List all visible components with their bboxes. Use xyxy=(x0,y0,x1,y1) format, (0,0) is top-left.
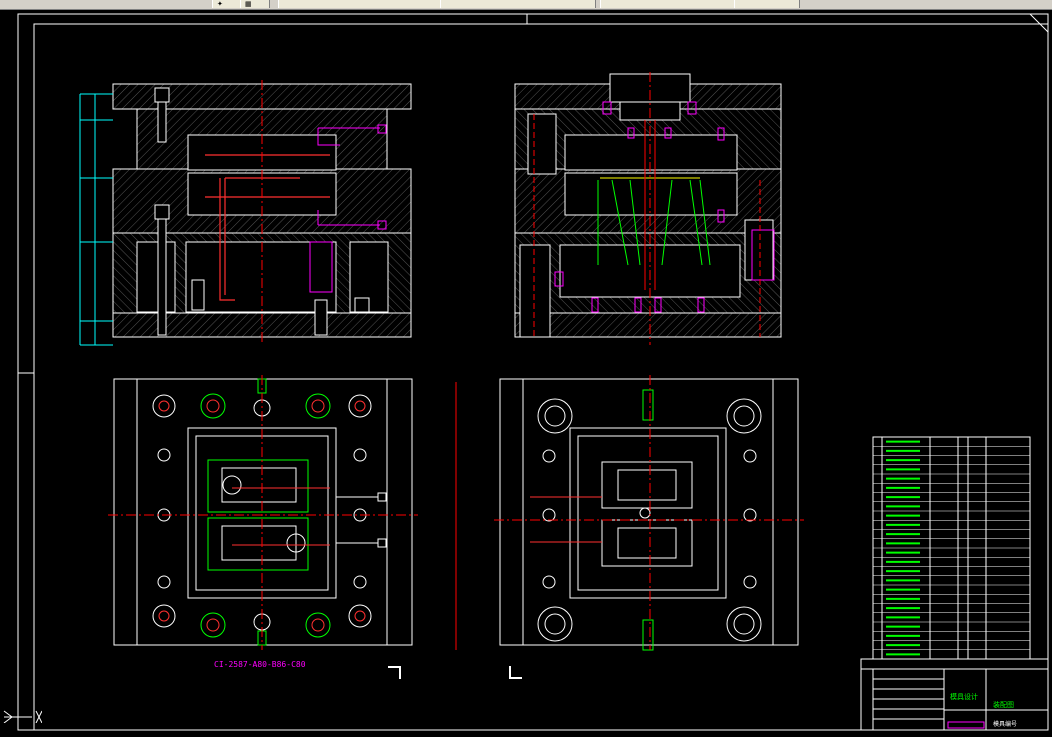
linetype-dropdown[interactable] xyxy=(440,0,596,8)
application-toolbar: ✦ ▦ xyxy=(0,0,1052,10)
fixed-half-plan-view: CI-2587-A80-B86-C80 xyxy=(108,375,522,679)
title-drawing-name: 装配图 xyxy=(993,700,1014,709)
layer-dropdown[interactable] xyxy=(278,0,444,8)
ucs-icon xyxy=(3,710,42,723)
drawing-canvas[interactable]: CI-2587-A80-B86-C80 模具设计 装配图 模具编号 xyxy=(0,10,1052,733)
side-section-view xyxy=(514,72,782,345)
snap-icon: ✦ xyxy=(217,0,223,8)
moving-half-plan-view xyxy=(494,375,804,651)
plotstyle-dropdown[interactable] xyxy=(734,0,800,8)
bom-table xyxy=(872,436,1031,660)
front-section-view xyxy=(79,80,412,346)
part-label: CI-2587-A80-B86-C80 xyxy=(214,660,306,669)
lineweight-dropdown[interactable] xyxy=(600,0,736,8)
title-drawing-no: 模具编号 xyxy=(993,720,1017,728)
grid-icon: ▦ xyxy=(245,0,252,8)
title-block: 模具设计 装配图 模具编号 xyxy=(860,658,1049,731)
toolbar-button-grid[interactable]: ▦ xyxy=(240,0,270,8)
title-company: 模具设计 xyxy=(950,692,978,701)
